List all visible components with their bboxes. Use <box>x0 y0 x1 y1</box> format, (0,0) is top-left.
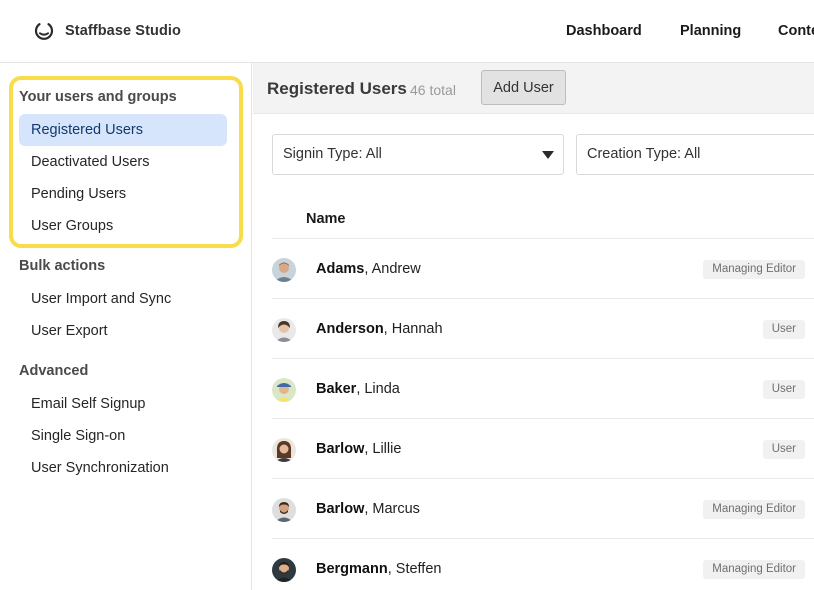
user-avatar-icon <box>272 258 296 282</box>
table-row[interactable]: Barlow, Lillie User <box>272 419 814 479</box>
user-last-name: Barlow <box>316 501 365 517</box>
user-name[interactable]: Baker, Linda <box>316 381 400 397</box>
user-first-name: , Andrew <box>364 261 421 277</box>
section-title-users: Your users and groups <box>19 89 177 105</box>
nav-planning[interactable]: Planning <box>680 23 741 39</box>
page-title: Registered Users <box>267 79 407 98</box>
user-name[interactable]: Barlow, Lillie <box>316 441 401 457</box>
user-avatar-icon <box>272 378 296 402</box>
role-badge: User <box>762 380 805 399</box>
table-row[interactable]: Bergmann, Steffen Managing Editor <box>272 539 814 590</box>
app-name: Staffbase Studio <box>65 23 181 39</box>
sidebar-item-deactivated-users[interactable]: Deactivated Users <box>19 146 227 178</box>
user-name[interactable]: Adams, Andrew <box>316 261 421 277</box>
nav-dashboard[interactable]: Dashboard <box>566 23 642 39</box>
user-first-name: , Hannah <box>383 321 443 337</box>
sidebar-item-email-self-signup[interactable]: Email Self Signup <box>19 388 227 420</box>
name-column-header[interactable]: Name <box>306 211 346 227</box>
table-row[interactable]: Adams, Andrew Managing Editor <box>272 239 814 299</box>
user-name[interactable]: Bergmann, Steffen <box>316 561 441 577</box>
staffbase-logo-icon <box>34 23 54 40</box>
role-badge: Managing Editor <box>703 260 805 279</box>
user-name[interactable]: Anderson, Hannah <box>316 321 443 337</box>
sidebar-item-user-groups[interactable]: User Groups <box>19 210 227 242</box>
table-header: Name <box>272 199 814 239</box>
signin-type-filter[interactable]: Signin Type: All <box>272 134 564 175</box>
user-last-name: Baker <box>316 381 357 397</box>
table-row[interactable]: Barlow, Marcus Managing Editor <box>272 479 814 539</box>
main-content: Registered Users 46 total Add User Signi… <box>253 63 814 590</box>
page-header: Registered Users 46 total Add User <box>253 63 814 114</box>
role-badge: User <box>762 440 805 459</box>
sidebar-item-user-export[interactable]: User Export <box>19 315 227 347</box>
signin-type-label: Signin Type: All <box>283 146 382 162</box>
user-name[interactable]: Barlow, Marcus <box>316 501 420 517</box>
brand[interactable]: Staffbase Studio <box>34 21 181 41</box>
sidebar-item-single-sign-on[interactable]: Single Sign-on <box>19 420 227 452</box>
sidebar-item-registered-users[interactable]: Registered Users <box>19 114 227 146</box>
total-count: 46 total <box>410 82 456 98</box>
sidebar-item-user-synchronization[interactable]: User Synchronization <box>19 452 227 484</box>
sidebar-item-user-import-sync[interactable]: User Import and Sync <box>19 283 227 315</box>
nav-content[interactable]: Conte <box>778 23 814 39</box>
user-avatar-icon <box>272 318 296 342</box>
user-last-name: Anderson <box>316 321 384 337</box>
user-first-name: , Linda <box>356 381 400 397</box>
creation-type-filter[interactable]: Creation Type: All <box>576 134 814 175</box>
caret-down-icon <box>542 151 554 159</box>
user-avatar-icon <box>272 498 296 522</box>
section-title-bulk: Bulk actions <box>19 258 106 274</box>
user-last-name: Adams <box>316 261 365 277</box>
sidebar: Your users and groups Registered Users D… <box>0 63 252 590</box>
user-first-name: , Marcus <box>364 501 420 517</box>
creation-type-label: Creation Type: All <box>587 146 701 162</box>
user-avatar-icon <box>272 438 296 462</box>
table-row[interactable]: Anderson, Hannah User <box>272 299 814 359</box>
section-title-advanced: Advanced <box>19 363 89 379</box>
add-user-button[interactable]: Add User <box>481 70 566 105</box>
user-last-name: Bergmann <box>316 561 388 577</box>
user-avatar-icon <box>272 558 296 582</box>
sidebar-item-pending-users[interactable]: Pending Users <box>19 178 227 210</box>
user-first-name: , Steffen <box>387 561 442 577</box>
top-bar: Staffbase Studio Dashboard Planning Cont… <box>0 0 814 63</box>
table-row[interactable]: Baker, Linda User <box>272 359 814 419</box>
role-badge: Managing Editor <box>703 500 805 519</box>
user-last-name: Barlow <box>316 441 365 457</box>
user-first-name: , Lillie <box>364 441 402 457</box>
role-badge: User <box>762 320 805 339</box>
role-badge: Managing Editor <box>703 560 805 579</box>
